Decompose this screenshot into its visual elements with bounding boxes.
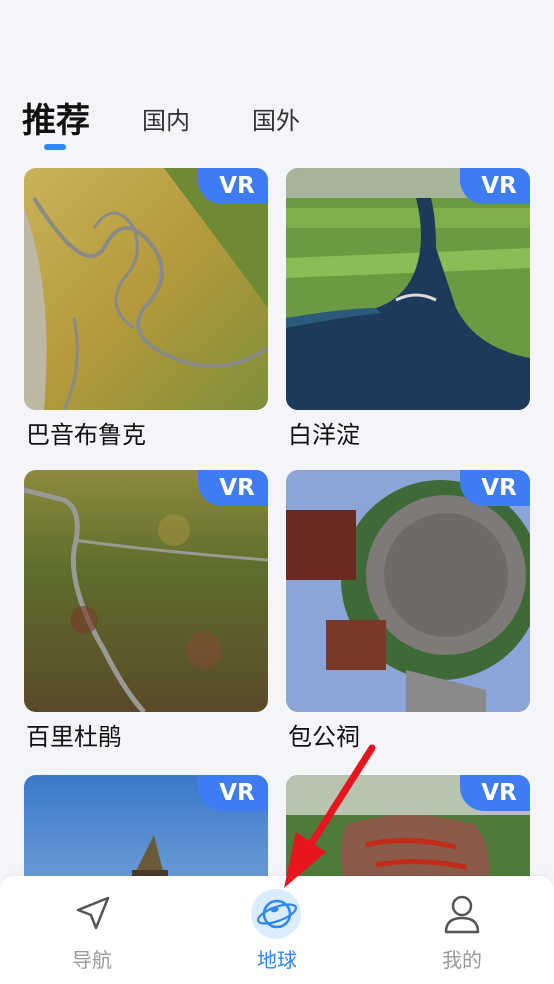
nav-item-profile[interactable]: 我的 [402,876,522,984]
user-icon [438,890,486,938]
category-tabs: 推荐 国内 国外 [22,96,542,156]
scenic-image: VR [24,168,268,410]
tab-international[interactable]: 国外 [252,96,300,146]
scenic-image: VR [24,470,268,712]
vr-badge: VR [460,470,530,506]
vr-badge: VR [460,775,530,811]
scenic-image: VR [286,168,530,410]
nav-label: 导航 [72,948,112,972]
scenic-name: 白洋淀 [288,421,360,449]
nav-item-navigation[interactable]: 导航 [32,876,152,984]
vr-badge: VR [198,775,268,811]
nav-label: 地球 [257,948,297,972]
scenic-card[interactable]: VR 百里杜鹃 [24,470,268,752]
scenic-card[interactable]: VR 包公祠 [286,470,530,752]
scenic-name: 百里杜鹃 [26,723,122,751]
globe-icon [253,890,301,938]
tab-domestic[interactable]: 国内 [142,96,190,146]
active-tab-indicator [44,144,66,150]
vr-badge: VR [198,470,268,506]
nav-item-globe[interactable]: 地球 [217,876,337,984]
scenic-card[interactable]: VR 白洋淀 [286,168,530,450]
nav-label: 我的 [442,948,482,972]
scenic-image: VR [286,470,530,712]
tab-recommended[interactable]: 推荐 [22,96,90,146]
vr-badge: VR [198,168,268,204]
scenic-name: 巴音布鲁克 [26,421,146,449]
vr-badge: VR [460,168,530,204]
scenic-card[interactable]: VR 巴音布鲁克 [24,168,268,450]
navigation-arrow-icon [68,890,116,938]
bottom-navigation: 导航 地球 我的 [0,876,554,984]
scenic-name: 包公祠 [288,723,360,751]
